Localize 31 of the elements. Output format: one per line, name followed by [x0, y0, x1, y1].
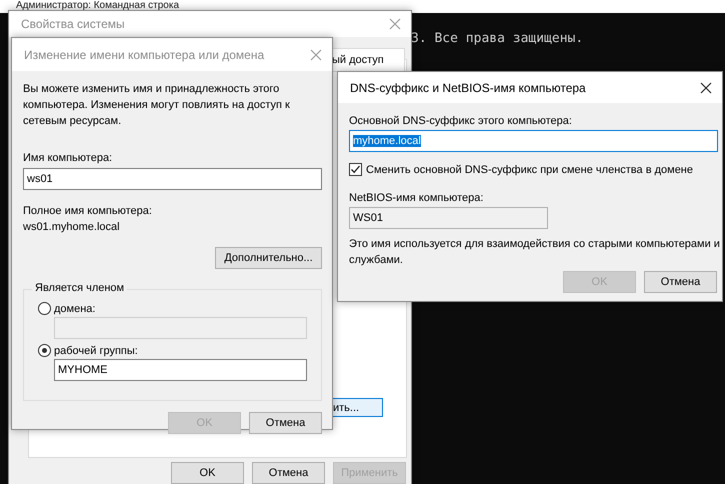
more-button[interactable]: Дополнительно... — [215, 247, 322, 269]
computer-name-field[interactable]: ws01 — [23, 168, 322, 190]
tab[interactable]: ый доступ — [332, 48, 405, 72]
dialog-button[interactable]: Отмена — [252, 462, 325, 484]
description-text: Вы можете изменить имя и принадлежность этого компьютера. Изменения могут повлиять на доступ к сетевым ресурсам. — [23, 82, 291, 129]
radio-button[interactable] — [38, 344, 51, 357]
close-icon[interactable] — [700, 82, 712, 94]
dialog-button[interactable]: OK — [171, 462, 244, 484]
window-title: Свойства системы — [21, 17, 125, 31]
window-title: Администратор: Командная строка — [16, 0, 180, 12]
dialog-title: Изменение имени компьютера или домена — [24, 48, 264, 62]
input-field[interactable]: MYHOME — [54, 359, 307, 381]
radio-label: домена: — [54, 302, 96, 314]
field-label: NetBIOS-имя компьютера: — [349, 191, 484, 206]
checkbox[interactable] — [349, 163, 362, 176]
dialog-title: DNS-суффикс и NetBIOS-имя компьютера — [350, 80, 586, 94]
dialog-button[interactable]: Отмена — [249, 412, 322, 434]
netbios-name-field: WS01 — [349, 207, 548, 229]
field-label: Полное имя компьютера: — [23, 204, 153, 219]
full-name-text: ws01.myhome.local — [23, 220, 121, 235]
radio-button[interactable] — [38, 302, 51, 315]
radio-label: рабочей группы: — [54, 344, 138, 356]
group-legend: Является членом — [32, 282, 128, 294]
note-text: Это имя используется для взаимодействия со старыми компьютерами и службами. — [349, 237, 721, 268]
console-text: 3. Все права защищены. — [411, 31, 584, 46]
change-button[interactable]: ить... — [332, 398, 383, 417]
dns-suffix-field[interactable]: myhome.local — [349, 130, 718, 152]
dialog-button[interactable]: Отмена — [644, 271, 717, 293]
checkbox-label: Сменить основной DNS-суффикс при смене членства в домене — [366, 164, 694, 176]
field-label: Имя компьютера: — [23, 151, 114, 166]
field-label: Основной DNS-суффикс этого компьютера: — [349, 114, 573, 129]
